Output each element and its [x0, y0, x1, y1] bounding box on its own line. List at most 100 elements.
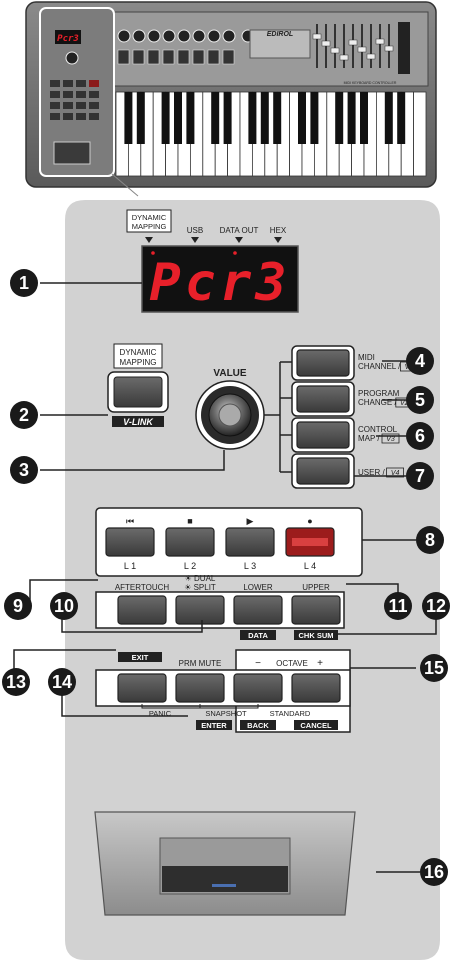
slider-cap[interactable] [339, 54, 349, 61]
callout-number: 3 [19, 460, 29, 480]
pad-button[interactable] [117, 49, 130, 65]
record-led [292, 538, 328, 546]
function-button-4[interactable] [291, 595, 341, 625]
black-key[interactable] [211, 92, 220, 144]
callout-number: 1 [19, 273, 29, 293]
indicator-data-out: DATA OUT [220, 226, 259, 235]
transport-symbol: ● [307, 516, 312, 526]
slider-cap[interactable] [312, 33, 322, 40]
mini-button[interactable] [76, 91, 86, 98]
pad-button[interactable] [147, 49, 160, 65]
black-key[interactable] [223, 92, 232, 144]
dynamic-mapping-label-line1: DYNAMIC [120, 348, 157, 357]
transport-button-2[interactable] [165, 527, 215, 557]
mini-button[interactable] [50, 113, 60, 120]
slider-track [370, 24, 372, 68]
slider-cap[interactable] [366, 53, 376, 60]
slider-cap[interactable] [357, 46, 367, 53]
rotary-knob[interactable] [177, 29, 191, 43]
black-key[interactable] [360, 92, 368, 144]
callout-number: 6 [415, 426, 425, 446]
mode-button-4[interactable] [296, 457, 350, 485]
rotary-knob[interactable] [222, 29, 236, 43]
mini-button[interactable] [76, 113, 86, 120]
brand-label: EDIROL [267, 31, 293, 38]
black-key[interactable] [174, 92, 182, 144]
mini-button[interactable] [89, 80, 99, 87]
mini-button[interactable] [89, 91, 99, 98]
mini-button[interactable] [63, 80, 73, 87]
mini-button[interactable] [76, 102, 86, 109]
pad-button[interactable] [162, 49, 175, 65]
mini-button[interactable] [50, 80, 60, 87]
pad-button[interactable] [192, 49, 205, 65]
rotary-knob[interactable] [162, 29, 176, 43]
led-dot [233, 251, 237, 255]
dynamic-mapping-button[interactable] [113, 376, 163, 408]
transport-label: L 4 [304, 561, 316, 571]
function-button-3[interactable] [233, 595, 283, 625]
knob-row [117, 29, 255, 43]
black-key[interactable] [161, 92, 170, 144]
key-bed [115, 91, 427, 177]
callout-number: 11 [388, 596, 407, 616]
black-key[interactable] [347, 92, 356, 144]
slider-cap[interactable] [348, 39, 358, 46]
octave-plus: + [317, 658, 323, 669]
mini-button[interactable] [76, 80, 86, 87]
function-button-2[interactable] [175, 595, 225, 625]
slider-cap[interactable] [321, 40, 331, 47]
mode-button-3[interactable] [296, 421, 350, 449]
slider-track [343, 24, 345, 68]
black-key[interactable] [335, 92, 344, 144]
mini-button[interactable] [50, 102, 60, 109]
slider-cap[interactable] [330, 47, 340, 54]
mini-button[interactable] [89, 102, 99, 109]
rotary-knob[interactable] [192, 29, 206, 43]
mini-wheel[interactable] [53, 141, 91, 165]
pad-button[interactable] [177, 49, 190, 65]
callout-number: 2 [19, 405, 29, 425]
pitch-bend-lever[interactable] [162, 866, 288, 892]
octave-row-button-1[interactable] [117, 673, 167, 703]
mini-button[interactable] [63, 113, 73, 120]
mode-button-2[interactable] [296, 385, 350, 413]
transport-button-1[interactable] [105, 527, 155, 557]
pad-button[interactable] [207, 49, 220, 65]
black-key[interactable] [186, 92, 195, 144]
model-label: MIDI KEYBOARD CONTROLLER [344, 81, 397, 85]
mini-button[interactable] [89, 113, 99, 120]
led-dot [151, 251, 155, 255]
black-key[interactable] [136, 92, 145, 144]
mini-button[interactable] [63, 91, 73, 98]
black-key[interactable] [124, 92, 133, 144]
white-key[interactable] [413, 91, 427, 177]
rotary-knob[interactable] [117, 29, 131, 43]
callout-number: 4 [415, 351, 425, 371]
mini-value-knob[interactable] [65, 51, 79, 65]
mode-button-1[interactable] [296, 349, 350, 377]
slider-cap[interactable] [384, 45, 394, 52]
indicator-dynamic-mapping-line2: MAPPING [132, 222, 167, 231]
octave-row-button-3[interactable] [233, 673, 283, 703]
slider-cap[interactable] [375, 38, 385, 45]
function-button-1[interactable] [117, 595, 167, 625]
black-key[interactable] [384, 92, 393, 144]
octave-row-button-2[interactable] [175, 673, 225, 703]
mini-button[interactable] [63, 102, 73, 109]
black-key[interactable] [260, 92, 269, 144]
black-key[interactable] [273, 92, 282, 144]
black-key[interactable] [298, 92, 306, 144]
rotary-knob[interactable] [147, 29, 161, 43]
black-key[interactable] [397, 92, 406, 144]
transport-button-3[interactable] [225, 527, 275, 557]
octave-row-button-4[interactable] [291, 673, 341, 703]
pad-button[interactable] [222, 49, 235, 65]
pad-button[interactable] [132, 49, 145, 65]
v-link-label: V-LINK [123, 417, 154, 427]
rotary-knob[interactable] [132, 29, 146, 43]
black-key[interactable] [310, 92, 319, 144]
black-key[interactable] [248, 92, 257, 144]
mini-button[interactable] [50, 91, 60, 98]
rotary-knob[interactable] [207, 29, 221, 43]
